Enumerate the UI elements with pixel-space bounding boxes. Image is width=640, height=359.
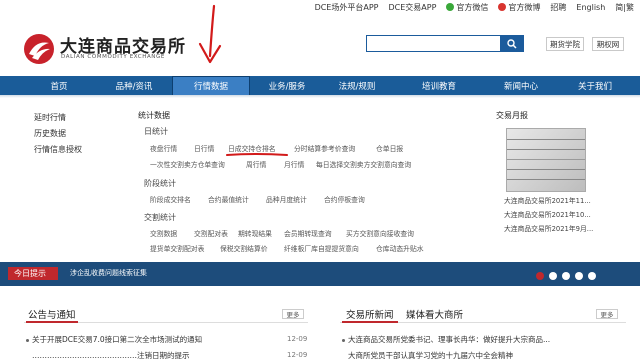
search-input[interactable]: [366, 35, 502, 52]
link-delivery-data[interactable]: 交割数据: [150, 228, 177, 238]
link-contract-extremes[interactable]: 合约最值统计: [208, 194, 249, 204]
link-weekly-quotes[interactable]: 周行情: [246, 159, 266, 169]
menu-history-data[interactable]: 历史数据: [34, 126, 82, 142]
link-one-time-delivery[interactable]: 一次性交割卖方仓单查询: [150, 159, 225, 169]
carousel-dot[interactable]: [588, 272, 596, 280]
market-data-left-menu: 延时行情 历史数据 行情信息授权: [34, 110, 82, 158]
options-site-button[interactable]: 期权网: [592, 37, 624, 51]
report-item[interactable]: 大连商品交易所2021年9月...: [504, 222, 593, 236]
dce-logo-icon: [24, 34, 54, 64]
link-settlement-price-query[interactable]: 分时结算参考价查询: [294, 143, 355, 153]
annotation-arrow-icon: [198, 4, 222, 64]
link-daily-quotes[interactable]: 日行情: [194, 143, 214, 153]
notice-section-header: 公告与通知 更多: [24, 307, 308, 321]
link-warrant-daily[interactable]: 仓单日报: [376, 143, 403, 153]
link-bonded-settlement[interactable]: 保税交割结算价: [220, 243, 268, 253]
annotation-underline: [226, 153, 288, 156]
daily-stats-title: 日统计: [144, 127, 168, 136]
report-item[interactable]: 大连商品交易所2021年10...: [504, 208, 593, 222]
link-warehouse-premium[interactable]: 仓库动态升贴水: [376, 243, 424, 253]
nav-home[interactable]: 首页: [24, 76, 94, 95]
top-link-wechat[interactable]: 官方微信: [446, 2, 488, 13]
menu-delayed-quotes[interactable]: 延时行情: [34, 110, 82, 126]
carousel-dot[interactable]: [549, 272, 557, 280]
notice-bullet: [26, 339, 29, 342]
carousel-dot[interactable]: [575, 272, 583, 280]
monthly-report-cover-image[interactable]: [506, 128, 586, 192]
search-icon: [507, 38, 517, 49]
nav-regulations[interactable]: 法规/规则: [322, 76, 392, 95]
notice-date: 12-09: [287, 335, 308, 343]
link-buyer-intent-query[interactable]: 买方交割意向接收查询: [346, 228, 414, 238]
top-link-otc-app[interactable]: DCE场外平台APP: [315, 2, 379, 13]
news-item[interactable]: 大商所党员干部认真学习党的十九届六中全会精神: [348, 350, 624, 359]
link-phase-ranking[interactable]: 阶段成交排名: [150, 194, 191, 204]
nav-products[interactable]: 品种/资讯: [96, 76, 172, 95]
main-navigation: 首页 品种/资讯 行情数据 业务/服务 法规/规则 培训教育 新闻中心 关于我们: [0, 76, 640, 96]
wechat-icon: [446, 3, 455, 11]
notice-item[interactable]: 关于开展DCE交易7.0接口第二次全市场测试的通知: [32, 334, 202, 345]
nav-training[interactable]: 培训教育: [404, 76, 474, 95]
futures-school-button[interactable]: 期货学院: [546, 37, 584, 51]
top-links: DCE场外平台APP DCE交易APP 官方微信 官方微博 招聘 English…: [315, 2, 634, 13]
today-tip-message[interactable]: 涉企乱收费问题线索征集: [70, 267, 147, 280]
link-limit-query[interactable]: 合约停板查询: [324, 194, 365, 204]
search-box: [366, 35, 526, 52]
link-monthly-quotes[interactable]: 月行情: [284, 159, 304, 169]
delivery-stats-title: 交割统计: [144, 213, 176, 222]
weibo-label: 官方微博: [508, 3, 541, 12]
search-button[interactable]: [500, 35, 524, 52]
nav-market-data[interactable]: 行情数据: [172, 76, 250, 96]
link-delivery-intent-query[interactable]: 每日选择交割卖方交割意向查询: [316, 159, 411, 169]
monthly-report-panel: 交易月报 大连商品交易所2021年11... 大连商品交易所2021年10...…: [496, 110, 636, 233]
site-header: 大连商品交易所 DALIAN COMMODITY EXCHANGE 期货学院 期…: [0, 14, 640, 76]
link-night-quotes[interactable]: 夜盘行情: [150, 143, 177, 153]
nav-business[interactable]: 业务/服务: [252, 76, 322, 95]
link-fiberboard-pickup[interactable]: 纤维板厂库自提提货意向: [284, 243, 359, 253]
nav-about[interactable]: 关于我们: [560, 76, 630, 95]
top-link-english[interactable]: English: [576, 3, 605, 12]
link-member-efp-query[interactable]: 会员期转现查询: [284, 228, 332, 238]
tab-media-news[interactable]: 媒体看大商所: [406, 307, 463, 321]
top-utility-bar: DCE场外平台APP DCE交易APP 官方微信 官方微博 招聘 English…: [0, 0, 640, 14]
link-bill-matching[interactable]: 提货单交割配对表: [150, 243, 204, 253]
phase-stats-title: 阶段统计: [144, 179, 176, 188]
carousel-dots: [536, 272, 596, 280]
monthly-report-list: 大连商品交易所2021年11... 大连商品交易所2021年10... 大连商品…: [504, 194, 593, 236]
monthly-report-title: 交易月报: [496, 111, 528, 120]
news-section-header: 交易所新闻 媒体看大商所 更多: [340, 307, 626, 321]
carousel-dot[interactable]: [536, 272, 544, 280]
tab-exchange-news[interactable]: 交易所新闻: [346, 307, 394, 321]
top-link-trade-app[interactable]: DCE交易APP: [388, 2, 436, 13]
carousel-dot[interactable]: [562, 272, 570, 280]
weibo-icon: [498, 3, 507, 11]
news-bullet: [342, 339, 345, 342]
link-delivery-matching[interactable]: 交割配对表: [194, 228, 228, 238]
top-link-jobs[interactable]: 招聘: [550, 2, 566, 13]
link-efp-results[interactable]: 期转现结果: [238, 228, 272, 238]
notice-date: 12-09: [287, 351, 308, 359]
wechat-label: 官方微信: [456, 3, 489, 12]
link-monthly-variety[interactable]: 品种月度统计: [266, 194, 307, 204]
nav-news-center[interactable]: 新闻中心: [484, 76, 558, 95]
notice-title: 公告与通知: [28, 310, 76, 321]
logo-english-name: DALIAN COMMODITY EXCHANGE: [61, 54, 165, 60]
menu-quote-license[interactable]: 行情信息授权: [34, 142, 82, 158]
news-tab-underline: [342, 321, 398, 323]
today-tip-label: 今日提示: [8, 267, 58, 280]
notice-item[interactable]: ……………………………………注销日期的提示: [32, 350, 190, 359]
site-logo[interactable]: 大连商品交易所 DALIAN COMMODITY EXCHANGE: [22, 30, 222, 66]
notice-title-underline: [26, 321, 78, 323]
top-link-weibo[interactable]: 官方微博: [498, 2, 540, 13]
news-item[interactable]: 大连商品交易所党委书记、理事长冉华：做好提升大宗商品...: [348, 334, 624, 345]
top-link-language[interactable]: 简|繁: [615, 2, 634, 13]
nav-shadow: [0, 95, 640, 98]
notice-more-button[interactable]: 更多: [282, 309, 304, 319]
news-more-button[interactable]: 更多: [596, 309, 618, 319]
report-item[interactable]: 大连商品交易所2021年11...: [504, 194, 593, 208]
stats-title: 统计数据: [138, 111, 170, 120]
